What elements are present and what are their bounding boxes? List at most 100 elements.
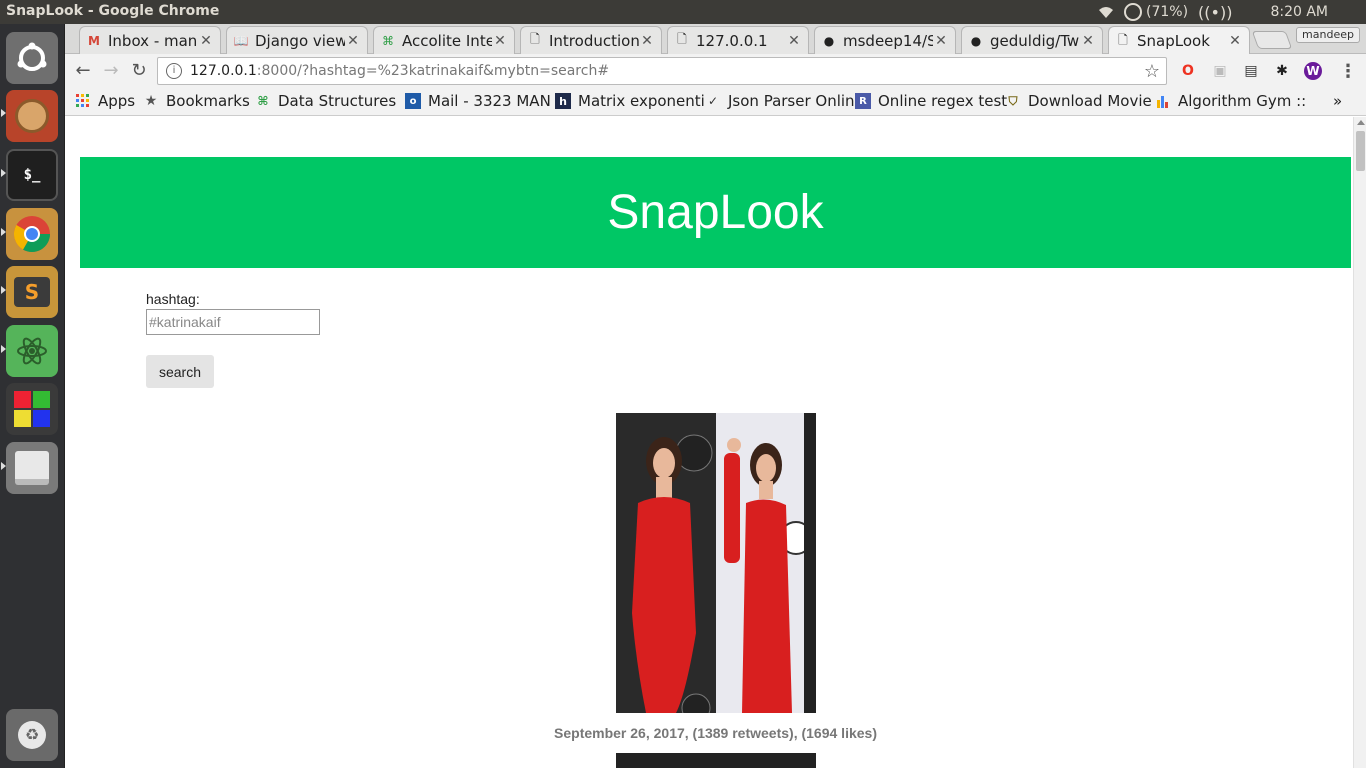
wifi-icon[interactable] — [1098, 5, 1114, 19]
new-tab-button[interactable] — [1251, 31, 1293, 49]
tab-introduction[interactable]: 🗋 Introduction ✕ — [520, 26, 662, 54]
bookmark-label: Matrix exponenti — [578, 92, 705, 110]
scroll-thumb[interactable] — [1356, 131, 1365, 171]
paw-icon[interactable]: ✱ — [1271, 60, 1293, 82]
bookmark-download-movie[interactable]: ⛉ Download Movie — [1005, 92, 1151, 110]
browser-toolbar: ← → ↻ i 127.0.0.1:8000/?hashtag=%23katri… — [65, 54, 1366, 88]
regex-icon: R — [855, 93, 871, 109]
json-icon: ✓ — [707, 94, 719, 108]
address-bar[interactable]: i 127.0.0.1:8000/?hashtag=%23katrinakaif… — [157, 57, 1167, 85]
chrome-icon[interactable] — [6, 208, 58, 260]
tab-strip: M Inbox - manc ✕ 📖 Django views ✕ ⌘ Acco… — [65, 24, 1366, 55]
shield-icon: ⛉ — [1008, 93, 1018, 108]
search-button[interactable]: search — [146, 355, 214, 388]
bar-chart-icon — [1155, 93, 1171, 109]
system-top-bar: SnapLook - Google Chrome (71%) ((•)) 8:2… — [0, 0, 1366, 24]
back-button[interactable]: ← — [72, 60, 94, 82]
hashtag-input[interactable] — [146, 309, 320, 335]
tab-msdeep14[interactable]: ● msdeep14/Sr ✕ — [814, 26, 956, 54]
close-icon[interactable]: ✕ — [1080, 33, 1096, 49]
bookmark-regex[interactable]: R Online regex test — [855, 92, 1007, 110]
page-scrollbar[interactable] — [1353, 117, 1366, 768]
close-icon[interactable]: ✕ — [492, 33, 508, 49]
hackerearth-icon: ⌘ — [382, 33, 394, 48]
tab-label: SnapLook — [1137, 32, 1210, 50]
url-path: :8000/?hashtag=%23katrinakaif&mybtn=sear… — [256, 63, 610, 79]
tab-geduldig[interactable]: ● geduldig/Twi ✕ — [961, 26, 1103, 54]
bookmark-label: Algorithm Gym :: — [1178, 92, 1307, 110]
close-icon[interactable]: ✕ — [933, 33, 949, 49]
opera-icon[interactable]: O — [1177, 60, 1199, 82]
close-icon[interactable]: ✕ — [639, 33, 655, 49]
tweet-caption: September 26, 2017, (1389 retweets), (16… — [554, 725, 877, 741]
bookmarks-overflow-icon[interactable]: » — [1333, 92, 1342, 110]
close-icon[interactable]: ✕ — [198, 33, 214, 49]
bookmark-star-icon[interactable]: ☆ — [1144, 61, 1160, 82]
reader-icon[interactable]: ▣ — [1209, 60, 1231, 82]
tweet-image — [616, 413, 816, 713]
ubuntu-dash-icon[interactable] — [6, 32, 58, 84]
page-viewport: SnapLook hashtag: search — [65, 117, 1353, 768]
close-icon[interactable]: ✕ — [345, 33, 361, 49]
bookmark-bookmarks[interactable]: ★ Bookmarks — [143, 92, 250, 110]
close-icon[interactable]: ✕ — [1227, 33, 1243, 49]
battery-percent: (71%) — [1146, 4, 1189, 20]
profile-button[interactable]: mandeep — [1296, 27, 1360, 43]
apps-grid-icon — [75, 93, 91, 109]
bookmark-mail[interactable]: o Mail - 3323 MAN — [405, 92, 551, 110]
tab-snaplook[interactable]: 🗋 SnapLook ✕ — [1108, 26, 1250, 55]
battery-icon — [1124, 3, 1142, 21]
network-icon[interactable]: ((•)) — [1198, 3, 1232, 22]
page-header: SnapLook — [80, 157, 1351, 268]
bookmark-label: Data Structures — [278, 92, 397, 110]
browser-window: M Inbox - manc ✕ 📖 Django views ✕ ⌘ Acco… — [65, 24, 1366, 768]
hackerearth-icon: ⌘ — [257, 94, 269, 108]
menu-icon[interactable]: ⋮ — [1337, 60, 1359, 82]
atom-icon[interactable] — [6, 325, 58, 377]
tab-label: 127.0.0.1 — [696, 31, 768, 50]
tweet-image-next — [616, 753, 816, 768]
system-tray: (71%) ((•)) 8:20 AM — [1098, 0, 1366, 24]
book-icon: 📖 — [233, 33, 249, 48]
gmail-icon: M — [88, 33, 100, 48]
scroll-up-arrow-icon[interactable] — [1357, 120, 1365, 125]
info-icon[interactable]: i — [166, 63, 182, 79]
clock[interactable]: 8:20 AM — [1270, 4, 1328, 20]
bookmark-data-structures[interactable]: ⌘ Data Structures — [255, 92, 396, 110]
tab-accolite[interactable]: ⌘ Accolite Inter ✕ — [373, 26, 515, 54]
outlook-icon: o — [405, 93, 421, 109]
window-title: SnapLook - Google Chrome — [6, 3, 220, 19]
forward-button[interactable]: → — [100, 60, 122, 82]
reload-button[interactable]: ↻ — [128, 60, 150, 82]
tab-label: Introduction — [549, 31, 639, 50]
files-icon[interactable] — [6, 90, 58, 142]
hackerrank-icon: h — [555, 93, 571, 109]
tab-label: Inbox - manc — [108, 31, 198, 50]
tab-django-views[interactable]: 📖 Django views ✕ — [226, 26, 368, 54]
film-icon[interactable]: ▤ — [1240, 60, 1262, 82]
bookmark-json-parser[interactable]: ✓ Json Parser Onlin — [705, 92, 855, 110]
bookmarks-bar: Apps ★ Bookmarks ⌘ Data Structures o Mai… — [65, 88, 1366, 116]
tab-localhost[interactable]: 🗋 127.0.0.1 ✕ — [667, 26, 809, 54]
sublime-text-icon[interactable]: S — [6, 266, 58, 318]
page-icon: 🗋 — [677, 32, 687, 46]
tab-inbox[interactable]: M Inbox - manc ✕ — [79, 26, 221, 54]
hashtag-label: hashtag: — [146, 291, 200, 307]
tab-label: Django views — [255, 31, 345, 50]
bookmark-apps[interactable]: Apps — [75, 92, 135, 110]
page-icon: 🗋 — [530, 32, 540, 46]
tab-label: msdeep14/Sr — [843, 31, 933, 50]
trash-icon[interactable]: ♻ — [6, 709, 58, 761]
drive-icon[interactable] — [6, 442, 58, 494]
workspaces-icon[interactable] — [6, 383, 58, 435]
tweet-photo-graphic — [616, 413, 816, 713]
w-extension-icon[interactable]: W — [1304, 62, 1322, 80]
bookmark-label: Mail - 3323 MAN — [428, 92, 551, 110]
close-icon[interactable]: ✕ — [786, 33, 802, 49]
terminal-icon[interactable]: $_ — [6, 149, 58, 201]
bookmark-label: Json Parser Onlin — [728, 92, 855, 110]
battery-indicator[interactable]: (71%) — [1124, 3, 1188, 21]
star-icon: ★ — [144, 93, 158, 109]
bookmark-matrix[interactable]: h Matrix exponenti — [555, 92, 705, 110]
bookmark-algorithm-gym[interactable]: Algorithm Gym :: — [1155, 92, 1306, 110]
